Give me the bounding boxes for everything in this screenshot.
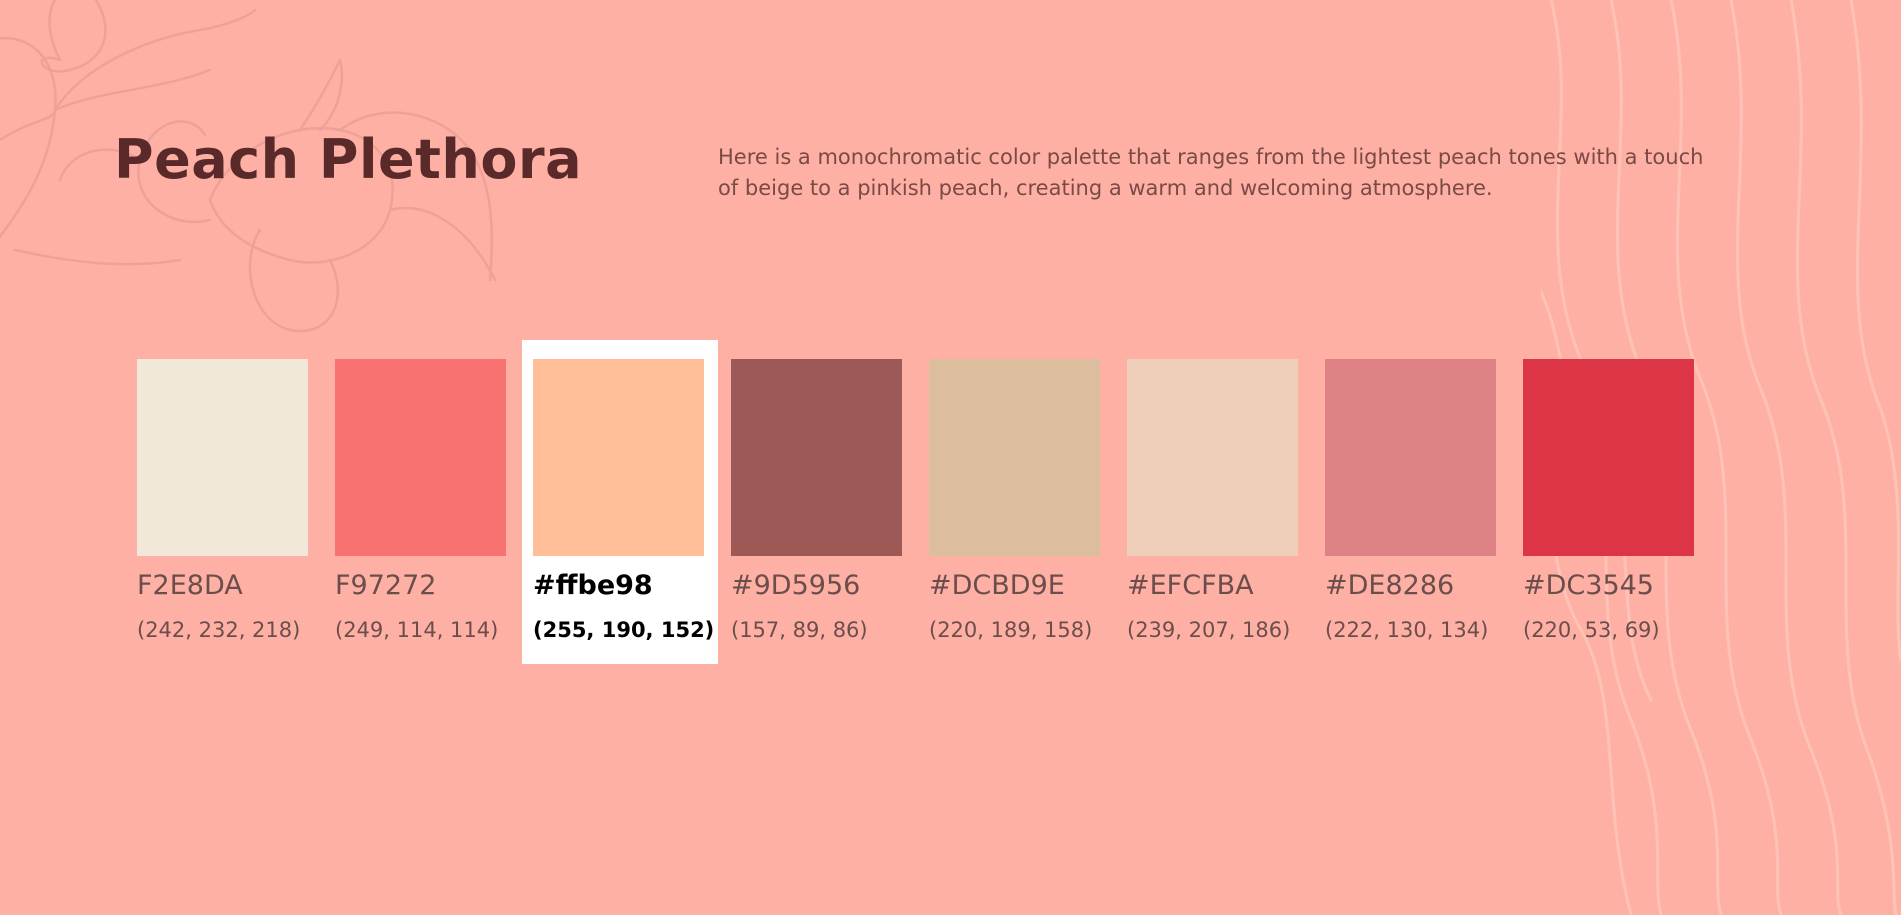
swatch-rgb-label: (157, 89, 86) <box>731 618 868 642</box>
swatch-color-block <box>1523 359 1694 556</box>
swatch-hex-label: #ffbe98 <box>533 570 653 601</box>
swatch-hex-label: #9D5956 <box>731 570 861 601</box>
swatch-rgb-label: (220, 189, 158) <box>929 618 1093 642</box>
swatch-rgb-label: (249, 114, 114) <box>335 618 499 642</box>
swatch-hex-label: #EFCFBA <box>1127 570 1254 601</box>
swatch-color-block <box>1127 359 1298 556</box>
swatch-color-block <box>929 359 1100 556</box>
swatch-hex-label: #DCBD9E <box>929 570 1065 601</box>
swatch-rgb-label: (242, 232, 218) <box>137 618 301 642</box>
swatch-card[interactable]: #DE8286 (222, 130, 134) <box>1314 340 1510 664</box>
swatch-hex-label: #DE8286 <box>1325 570 1455 601</box>
swatch-card-selected[interactable]: #ffbe98 (255, 190, 152) <box>522 340 718 664</box>
swatch-rgb-label: (239, 207, 186) <box>1127 618 1291 642</box>
swatch-hex-label: F2E8DA <box>137 570 243 601</box>
swatch-rgb-label: (255, 190, 152) <box>533 618 715 642</box>
swatch-color-block <box>533 359 704 556</box>
swatch-color-block <box>731 359 902 556</box>
swatch-card[interactable]: #EFCFBA (239, 207, 186) <box>1116 340 1312 664</box>
swatch-card[interactable]: #9D5956 (157, 89, 86) <box>720 340 916 664</box>
swatch-card[interactable]: F97272 (249, 114, 114) <box>324 340 520 664</box>
swatch-color-block <box>335 359 506 556</box>
swatch-rgb-label: (220, 53, 69) <box>1523 618 1660 642</box>
swatch-rgb-label: (222, 130, 134) <box>1325 618 1489 642</box>
swatch-card[interactable]: #DCBD9E (220, 189, 158) <box>918 340 1114 664</box>
swatch-hex-label: #DC3545 <box>1523 570 1654 601</box>
swatch-hex-label: F97272 <box>335 570 437 601</box>
swatch-color-block <box>137 359 308 556</box>
swatch-card[interactable]: F2E8DA (242, 232, 218) <box>126 340 322 664</box>
swatch-color-block <box>1325 359 1496 556</box>
color-palette: F2E8DA (242, 232, 218) F97272 (249, 114,… <box>0 0 1901 915</box>
swatch-card[interactable]: #DC3545 (220, 53, 69) <box>1512 340 1708 664</box>
